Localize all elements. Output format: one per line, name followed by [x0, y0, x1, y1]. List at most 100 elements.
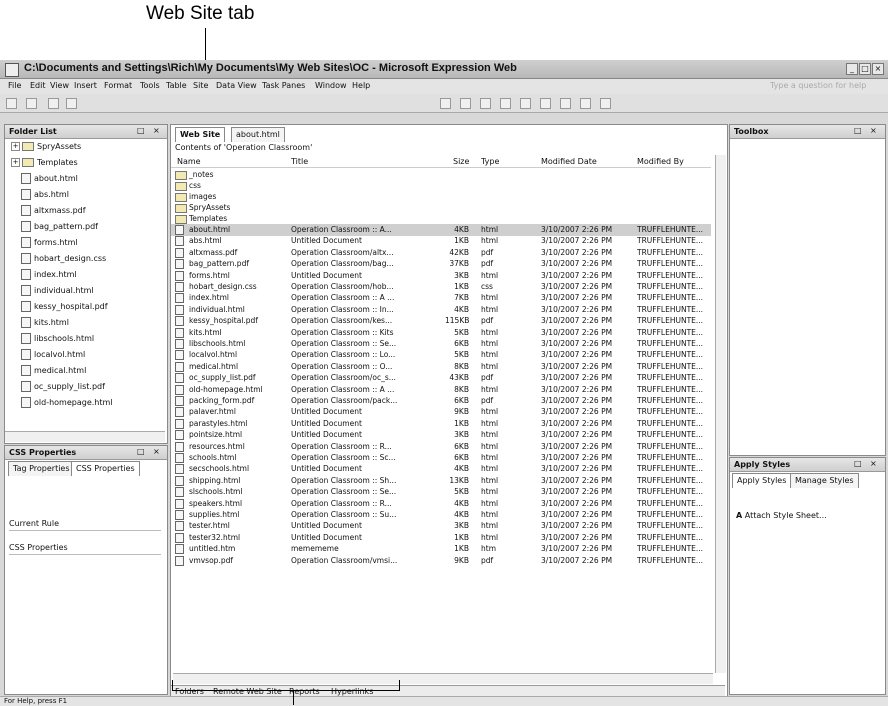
col-modified-date[interactable]: Modified Date [541, 157, 597, 166]
menu-insert[interactable]: Insert [74, 81, 97, 90]
tree-file[interactable]: kessy_hospital.pdf [21, 301, 108, 313]
file-row[interactable]: medical.html Operation Classroom :: O... 8… [171, 361, 711, 373]
file-row[interactable]: resources.html Operation Classroom :: R..… [171, 441, 711, 453]
tab-apply-styles[interactable]: Apply Styles [732, 473, 792, 488]
panel-close-icon[interactable]: × [870, 459, 877, 468]
file-row[interactable]: abs.html Untitled Document 1KB html 3/10/200… [171, 235, 711, 247]
bullets-icon[interactable] [580, 98, 591, 109]
menu-site[interactable]: Site [193, 81, 208, 90]
close-icon[interactable]: × [872, 63, 884, 75]
file-row[interactable]: parastyles.html Untitled Document 1KB html 3… [171, 418, 711, 430]
file-row[interactable]: speakers.html Operation Classroom :: R...… [171, 498, 711, 510]
file-row[interactable]: index.html Operation Classroom :: A ... 7K… [171, 292, 711, 304]
tab-web-site[interactable]: Web Site [175, 127, 226, 142]
tree-folder[interactable]: + Templates [11, 157, 78, 169]
file-row[interactable]: secschools.html Untitled Document 4KB html 3… [171, 463, 711, 475]
file-row[interactable]: about.html Operation Classroom :: A... 4KB… [171, 224, 711, 236]
file-row[interactable]: tester32.html Untitled Document 1KB html 3/1… [171, 532, 711, 544]
view-tab-hyperlinks[interactable]: Hyperlinks [331, 687, 373, 696]
file-row[interactable]: bag_pattern.pdf Operation Classroom/bag..… [171, 258, 711, 270]
file-grid-h-scrollbar[interactable] [173, 673, 713, 684]
file-row[interactable]: altxmass.pdf Operation Classroom/altx... 4… [171, 247, 711, 259]
file-row[interactable]: libschools.html Operation Classroom :: Se… [171, 338, 711, 350]
tab-manage-styles[interactable]: Manage Styles [790, 473, 859, 488]
tree-file[interactable]: index.html [21, 269, 77, 281]
tree-file[interactable]: forms.html [21, 237, 78, 249]
col-modified-by[interactable]: Modified By [637, 157, 684, 166]
menu-data-view[interactable]: Data View [216, 81, 257, 90]
menu-view[interactable]: View [50, 81, 69, 90]
panel-close-icon[interactable]: × [870, 126, 877, 135]
indent-icon[interactable] [600, 98, 611, 109]
print-icon[interactable] [66, 98, 77, 109]
panel-restore-icon[interactable]: □ [854, 459, 862, 468]
file-row[interactable]: localvol.html Operation Classroom :: Lo..… [171, 349, 711, 361]
help-search-box[interactable]: Type a question for help [770, 81, 866, 90]
tree-file[interactable]: about.html [21, 173, 78, 185]
file-row[interactable]: oc_supply_list.pdf Operation Classroom/oc… [171, 372, 711, 384]
panel-close-icon[interactable]: × [153, 447, 160, 456]
menu-table[interactable]: Table [166, 81, 187, 90]
tree-folder[interactable]: + SpryAssets [11, 141, 81, 153]
menu-file[interactable]: File [8, 81, 21, 90]
panel-restore-icon[interactable]: □ [137, 126, 145, 135]
tree-file[interactable]: individual.html [21, 285, 94, 297]
tree-file[interactable]: oc_supply_list.pdf [21, 381, 105, 393]
menu-tools[interactable]: Tools [140, 81, 160, 90]
open-icon[interactable] [26, 98, 37, 109]
tree-file[interactable]: hobart_design.css [21, 253, 106, 265]
bold-icon[interactable] [440, 98, 451, 109]
italic-icon[interactable] [460, 98, 471, 109]
numbering-icon[interactable] [560, 98, 571, 109]
file-row[interactable]: shipping.html Operation Classroom :: Sh..… [171, 475, 711, 487]
menu-window[interactable]: Window [315, 81, 347, 90]
file-grid-v-scrollbar[interactable] [715, 155, 726, 673]
menu-edit[interactable]: Edit [30, 81, 46, 90]
attach-style-sheet-link[interactable]: A Attach Style Sheet... [736, 511, 827, 520]
file-row[interactable]: tester.html Untitled Document 3KB html 3/10/… [171, 520, 711, 532]
file-row[interactable]: schools.html Operation Classroom :: Sc...… [171, 452, 711, 464]
maximize-icon[interactable]: □ [859, 63, 871, 75]
underline-icon[interactable] [480, 98, 491, 109]
col-size[interactable]: Size [453, 157, 469, 166]
expand-icon[interactable]: + [11, 142, 20, 151]
tree-file[interactable]: medical.html [21, 365, 86, 377]
tree-file[interactable]: abs.html [21, 189, 69, 201]
file-row[interactable]: individual.html Operation Classroom :: In… [171, 304, 711, 316]
expand-icon[interactable]: + [11, 158, 20, 167]
tree-file[interactable]: localvol.html [21, 349, 85, 361]
align-center-icon[interactable] [520, 98, 531, 109]
tree-file[interactable]: bag_pattern.pdf [21, 221, 98, 233]
folder-list-h-scrollbar[interactable] [5, 431, 165, 442]
tree-file[interactable]: libschools.html [21, 333, 94, 345]
menu-help[interactable]: Help [352, 81, 370, 90]
save-icon[interactable] [48, 98, 59, 109]
file-row[interactable]: kessy_hospital.pdf Operation Classroom/ke… [171, 315, 711, 327]
view-tab-remote-web-site[interactable]: Remote Web Site [213, 687, 282, 696]
file-row[interactable]: pointsize.html Untitled Document 3KB html 3/… [171, 429, 711, 441]
tab-css-properties[interactable]: CSS Properties [71, 461, 140, 476]
panel-close-icon[interactable]: × [153, 126, 160, 135]
panel-restore-icon[interactable]: □ [137, 447, 145, 456]
col-title[interactable]: Title [291, 157, 308, 166]
minimize-icon[interactable]: _ [846, 63, 858, 75]
tab-tag-properties[interactable]: Tag Properties [8, 461, 75, 476]
file-row[interactable]: hobart_design.css Operation Classroom/hob… [171, 281, 711, 293]
tab-about-html[interactable]: about.html [231, 127, 285, 142]
file-row[interactable]: untitled.htm memememe 1KB htm 3/10/2007 2:26… [171, 543, 711, 555]
file-row[interactable]: kits.html Operation Classroom :: Kits 5KB h… [171, 327, 711, 339]
align-right-icon[interactable] [540, 98, 551, 109]
tree-file[interactable]: kits.html [21, 317, 69, 329]
align-left-icon[interactable] [500, 98, 511, 109]
tree-file[interactable]: old-homepage.html [21, 397, 113, 409]
file-row[interactable]: packing_form.pdf Operation Classroom/pack… [171, 395, 711, 407]
file-row[interactable]: vmvsop.pdf Operation Classroom/vmsi... 9KB… [171, 555, 711, 567]
tree-file[interactable]: altxmass.pdf [21, 205, 86, 217]
panel-restore-icon[interactable]: □ [854, 126, 862, 135]
new-page-icon[interactable] [6, 98, 17, 109]
menu-task-panes[interactable]: Task Panes [262, 81, 305, 90]
file-row[interactable]: palaver.html Untitled Document 9KB html 3/10… [171, 406, 711, 418]
col-name[interactable]: Name [177, 157, 201, 166]
menu-format[interactable]: Format [104, 81, 132, 90]
col-type[interactable]: Type [481, 157, 499, 166]
